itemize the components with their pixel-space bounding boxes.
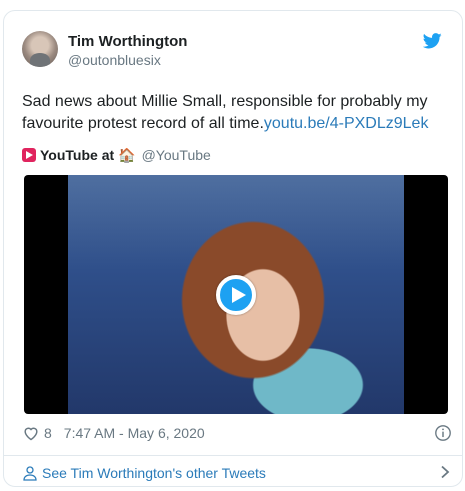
heart-icon[interactable] bbox=[22, 425, 40, 441]
timestamp[interactable]: 7:47 AM - May 6, 2020 bbox=[64, 423, 205, 443]
tweet-meta: 8 7:47 AM - May 6, 2020 bbox=[22, 423, 452, 443]
author-handle[interactable]: @outonbluesix bbox=[68, 51, 187, 69]
play-button[interactable] bbox=[216, 275, 256, 315]
info-icon[interactable] bbox=[434, 424, 452, 442]
chevron-right-icon[interactable] bbox=[438, 465, 452, 479]
footer-divider bbox=[4, 455, 462, 456]
tweet-text: Sad news about Millie Small, responsible… bbox=[22, 91, 452, 135]
twitter-bird-icon[interactable] bbox=[423, 33, 442, 49]
video-player[interactable] bbox=[24, 175, 448, 414]
other-tweets-label[interactable]: See Tim Worthington's other Tweets bbox=[42, 465, 266, 481]
tweet-link[interactable]: youtu.be/4-PXDLz9Lek bbox=[264, 115, 429, 132]
author-display-name[interactable]: Tim Worthington bbox=[68, 32, 187, 51]
youtube-icon bbox=[22, 148, 36, 162]
source-handle[interactable]: @YouTube bbox=[142, 145, 211, 165]
author-names[interactable]: Tim Worthington @outonbluesix bbox=[68, 32, 187, 69]
tweet-card: Tim Worthington @outonbluesix Sad news a… bbox=[3, 10, 463, 487]
other-tweets-link[interactable]: See Tim Worthington's other Tweets bbox=[22, 463, 452, 483]
house-emoji: 🏠 bbox=[118, 147, 136, 163]
quoted-source[interactable]: YouTube at 🏠 @YouTube bbox=[22, 145, 211, 165]
person-icon bbox=[23, 466, 37, 481]
avatar[interactable] bbox=[22, 31, 58, 67]
like-count[interactable]: 8 bbox=[44, 423, 52, 443]
source-name[interactable]: YouTube at bbox=[40, 145, 114, 165]
tweet-header: Tim Worthington @outonbluesix bbox=[22, 31, 442, 71]
